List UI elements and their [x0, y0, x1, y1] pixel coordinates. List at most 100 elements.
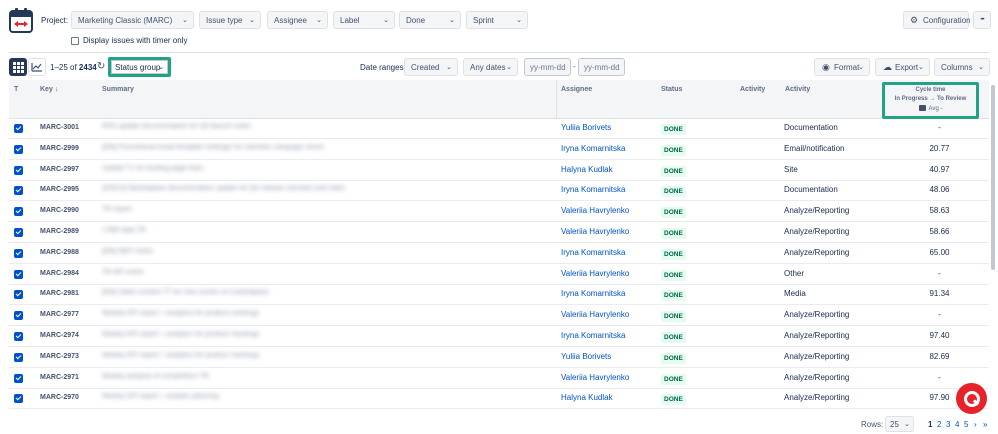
issue-summary[interactable]: Weekly KPI report + analytics for produc…: [102, 310, 259, 317]
issue-summary[interactable]: TR API event: [102, 269, 143, 276]
table-row[interactable]: MARC-2997 Update T1 for landing page fixe…: [9, 160, 989, 181]
issue-key[interactable]: MARC-2999: [40, 145, 79, 152]
column-header-type[interactable]: T: [14, 86, 18, 93]
row-checkbox[interactable]: [14, 311, 23, 321]
table-row[interactable]: MARC-2977 Weekly KPI report + analytics f…: [9, 305, 989, 327]
issue-summary[interactable]: RSS update documentation for Q3 launch n…: [102, 123, 251, 130]
issue-key[interactable]: MARC-2974: [40, 332, 79, 339]
issue-summary[interactable]: [EM] Video content TT for new screen on …: [102, 289, 269, 296]
table-row[interactable]: MARC-2989 LTBR data TR Valeriia Havrylenko…: [9, 222, 989, 243]
date-type-select[interactable]: Created ⌄: [404, 58, 458, 76]
row-checkbox[interactable]: [14, 352, 23, 362]
issue-assignee[interactable]: Halyna Kudlak: [561, 165, 613, 174]
issue-key[interactable]: MARC-2970: [40, 394, 79, 401]
done-select[interactable]: Done ⌄: [399, 11, 461, 29]
row-checkbox[interactable]: [14, 144, 23, 154]
table-row[interactable]: MARC-2981 [EM] Video content TT for new s…: [9, 284, 989, 306]
issue-summary[interactable]: Update T1 for landing page fixes: [102, 165, 203, 172]
row-checkbox[interactable]: [14, 332, 23, 341]
issue-key[interactable]: MARC-2997: [40, 166, 79, 173]
table-row[interactable]: MARC-2988 [EM] NKP metric Iryna Komarnitsk…: [9, 243, 989, 264]
format-button[interactable]: ◉ Format ⌄: [814, 58, 870, 76]
date-from-input[interactable]: yy-mm-dd: [524, 58, 571, 76]
issue-assignee[interactable]: Valeriia Havrylenko: [561, 206, 629, 215]
issue-summary[interactable]: [EM] NKP metric: [102, 248, 154, 255]
table-row[interactable]: MARC-2999 [EM] Promotional email template…: [9, 139, 989, 160]
page-5[interactable]: 5: [964, 420, 968, 429]
configuration-button[interactable]: ⚙ Configuration: [903, 11, 971, 29]
row-checkbox[interactable]: [14, 207, 23, 217]
issue-type-select[interactable]: Issue type ⌄: [199, 11, 261, 29]
issue-summary[interactable]: [EM] Promotional email template redesign…: [102, 144, 324, 151]
grid-view-button[interactable]: [9, 58, 27, 76]
row-checkbox[interactable]: [14, 248, 23, 258]
next-page-button[interactable]: ›: [974, 420, 977, 429]
issue-assignee[interactable]: Yuliia Borivets: [561, 123, 611, 132]
row-checkbox[interactable]: [14, 186, 23, 196]
table-row[interactable]: MARC-3001 RSS update documentation for Q3…: [9, 118, 989, 139]
column-header-activity-2[interactable]: Activity: [785, 86, 810, 93]
issue-assignee[interactable]: Valeriia Havrylenko: [561, 227, 629, 236]
chart-view-button[interactable]: [28, 58, 46, 76]
status-group-select[interactable]: Status group ⌄: [111, 60, 168, 74]
table-row[interactable]: MARC-2971 Weekly analysis of competitors …: [9, 368, 989, 389]
issue-key[interactable]: MARC-3001: [40, 124, 79, 131]
row-checkbox[interactable]: [14, 124, 23, 133]
more-options-button[interactable]: •••: [973, 11, 991, 29]
vertical-scrollbar[interactable]: [991, 85, 995, 270]
table-row[interactable]: MARC-2973 Weekly KPI report + analytics f…: [9, 347, 989, 368]
page-4[interactable]: 4: [955, 420, 959, 429]
issue-assignee[interactable]: Yuliia Borivets: [561, 352, 611, 361]
page-1[interactable]: 1: [928, 420, 932, 429]
table-row[interactable]: MARC-2984 TR API event Valeriia Havrylenko…: [9, 264, 989, 285]
last-page-button[interactable]: »: [983, 420, 987, 429]
column-header-key[interactable]: Key ↓: [40, 86, 58, 93]
issue-assignee[interactable]: Iryna Komarnitska: [561, 331, 625, 340]
row-checkbox[interactable]: [14, 269, 23, 279]
issue-key[interactable]: MARC-2990: [40, 207, 79, 214]
issue-key[interactable]: MARC-2971: [40, 374, 79, 381]
table-row[interactable]: MARC-2974 Weekly KPI report + analytics f…: [9, 326, 989, 347]
issue-key[interactable]: MARC-2977: [40, 311, 79, 318]
help-chat-button[interactable]: [956, 383, 987, 414]
column-header-status[interactable]: Status: [661, 86, 682, 93]
table-row[interactable]: MARC-2970 Weekly KPI report + analytic pl…: [9, 388, 989, 410]
issue-assignee[interactable]: Iryna Komarnitska: [561, 248, 625, 257]
sprint-select[interactable]: Sprint ⌄: [466, 11, 528, 29]
issue-key[interactable]: MARC-2995: [40, 186, 79, 193]
refresh-icon[interactable]: ↻: [97, 61, 105, 72]
label-select[interactable]: Label ⌄: [333, 11, 395, 29]
row-checkbox[interactable]: [14, 373, 23, 383]
issue-assignee[interactable]: Iryna Komarnitska: [561, 289, 625, 298]
row-checkbox[interactable]: [14, 394, 23, 404]
project-select[interactable]: Marketing Classic (MARC) ⌄: [71, 11, 194, 29]
issue-assignee[interactable]: Valeriia Havrylenko: [561, 310, 629, 319]
issue-assignee[interactable]: Halyna Kudlak: [561, 393, 613, 402]
issue-summary[interactable]: Weekly KPI report + analytic planning: [102, 393, 218, 400]
issue-assignee[interactable]: Iryna Komarnitska: [561, 185, 625, 194]
issue-summary[interactable]: Weekly analysis of competitors TR: [102, 373, 209, 380]
row-checkbox[interactable]: [14, 228, 23, 237]
table-row[interactable]: MARC-2990 TR report Valeriia Havrylenko DON…: [9, 201, 989, 223]
page-3[interactable]: 3: [946, 420, 950, 429]
column-header-activity-1[interactable]: Activity: [740, 86, 765, 93]
issue-key[interactable]: MARC-2984: [40, 270, 79, 277]
issue-summary[interactable]: [DOCS] Marketplace documentation update …: [102, 185, 345, 192]
issue-assignee[interactable]: Valeriia Havrylenko: [561, 373, 629, 382]
date-period-select[interactable]: Any dates ⌄: [463, 58, 518, 76]
issue-key[interactable]: MARC-2973: [40, 353, 79, 360]
table-row[interactable]: MARC-2995 [DOCS] Marketplace documentatio…: [9, 180, 989, 202]
issue-assignee[interactable]: Iryna Komarnitska: [561, 144, 625, 153]
issue-key[interactable]: MARC-2988: [40, 249, 79, 256]
issue-summary[interactable]: Weekly KPI report + analytics for produc…: [102, 352, 259, 359]
row-checkbox[interactable]: [14, 165, 23, 175]
column-header-assignee[interactable]: Assignee: [561, 86, 592, 93]
issue-key[interactable]: MARC-2989: [40, 228, 79, 235]
rows-per-page-select[interactable]: 25 ⌄: [885, 416, 914, 432]
issue-summary[interactable]: TR report: [102, 206, 132, 213]
issue-summary[interactable]: LTBR data TR: [102, 227, 146, 234]
timer-only-checkbox[interactable]: [71, 37, 79, 45]
row-checkbox[interactable]: [14, 290, 23, 300]
assignee-select[interactable]: Assignee ⌄: [267, 11, 328, 29]
date-to-input[interactable]: yy-mm-dd: [578, 58, 625, 76]
